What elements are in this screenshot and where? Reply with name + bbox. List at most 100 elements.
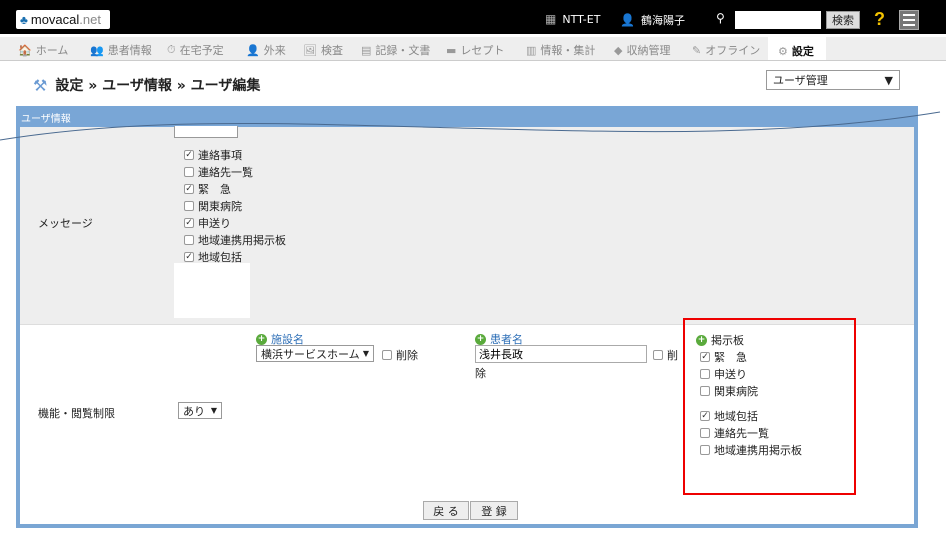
main-nav: 🏠 ホーム 👥 患者情報 ⏱ 在宅予定 👤 外来 🖼 検査 ▤ 記録・文書 ▬ レセプト ▥ 情…	[0, 37, 946, 61]
facility-indicator: ▦ NTT-ET	[545, 12, 600, 26]
user-name: 鶴海陽子	[640, 14, 685, 27]
restriction-value: あり	[183, 404, 205, 418]
search-input[interactable]	[735, 11, 821, 29]
option-label: 関東病院	[714, 384, 758, 398]
plus-icon: +	[475, 333, 486, 345]
nav-label: 患者情報	[107, 44, 152, 57]
nav-exam[interactable]: 🖼 検査	[303, 42, 343, 58]
home-icon: 🏠	[18, 43, 32, 57]
patient-name-input[interactable]	[475, 345, 647, 363]
blank-area	[174, 263, 250, 318]
caret-down-icon: ▼	[210, 406, 217, 415]
nav-label: 在宅予定	[179, 44, 224, 57]
checkbox[interactable]	[700, 368, 710, 379]
receipt-icon: ▬	[446, 43, 457, 57]
search-button[interactable]: 検索	[826, 11, 860, 29]
nav-label: 外来	[263, 44, 286, 57]
nav-label: レセプト	[460, 44, 505, 57]
nav-label: 情報・集計	[540, 44, 596, 57]
message-option[interactable]: 連絡先一覧	[174, 163, 253, 180]
nav-label: 記録・文書	[375, 44, 431, 57]
facility-select[interactable]: 横浜サービスホーム ▼	[256, 345, 374, 362]
checkbox[interactable]: ✓	[184, 251, 194, 262]
nav-receipt[interactable]: ▬ レセプト	[446, 42, 504, 58]
logo-net: .net	[79, 12, 101, 27]
hamburger-menu-icon[interactable]	[899, 10, 919, 30]
nav-settings[interactable]: ⚙ 設定	[768, 37, 826, 60]
board-option[interactable]: 連絡先一覧	[696, 424, 846, 441]
checkbox[interactable]: ✓	[700, 351, 710, 362]
nav-offline[interactable]: ✎ オフライン	[692, 42, 760, 58]
register-button[interactable]: 登 録	[470, 501, 518, 520]
message-option[interactable]: ✓ 申送り	[174, 214, 250, 231]
message-row	[20, 127, 914, 324]
top-bar: ♣ movacal .net ▦ NTT-ET 👤 鶴海陽子 ⚲ 検索 ?	[0, 0, 946, 34]
plus-icon: +	[696, 334, 707, 346]
person-icon: 👤	[246, 43, 260, 57]
nav-label: ホーム	[35, 44, 69, 57]
option-label: 地域連携用掲示板	[198, 233, 286, 247]
option-label: 申送り	[714, 367, 747, 381]
checkbox[interactable]	[184, 234, 194, 245]
checkbox[interactable]	[653, 350, 663, 360]
message-option[interactable]: ✓ 連絡事項	[174, 146, 250, 163]
message-option[interactable]: 地域連携用掲示板	[174, 231, 286, 248]
checkbox[interactable]: ✓	[184, 149, 194, 160]
checkbox[interactable]	[184, 200, 194, 211]
option-label: 関東病院	[198, 199, 242, 213]
option-label: 緊 急	[714, 350, 747, 364]
message-label: メッセージ	[38, 217, 93, 230]
message-option[interactable]: 関東病院	[174, 197, 250, 214]
facility-value: 横浜サービスホーム	[261, 347, 360, 361]
logo-mark: ♣	[20, 12, 28, 27]
board-option[interactable]: 地域連携用掲示板	[696, 441, 846, 458]
nav-outpatient[interactable]: 👤 外来	[246, 42, 286, 58]
back-button[interactable]: 戻 る	[423, 501, 469, 520]
nav-patient-info[interactable]: 👥 患者情報	[90, 42, 152, 58]
logo-main: movacal	[30, 12, 80, 27]
delete-label-wrap: 除	[475, 367, 486, 380]
settings-menu-select[interactable]: ユーザ管理 ▼	[766, 70, 900, 90]
option-label: 申送り	[198, 216, 231, 230]
board-option[interactable]: 関東病院	[696, 382, 846, 399]
document-icon: ▤	[361, 43, 372, 57]
add-board[interactable]: + 掲示板	[696, 332, 846, 348]
checkbox[interactable]: ✓	[184, 217, 194, 228]
option-label: 地域包括	[714, 409, 758, 423]
restriction-select[interactable]: あり ▼	[178, 402, 222, 419]
checkbox[interactable]: ✓	[700, 410, 710, 421]
board-permissions: + 掲示板 ✓ 緊 急 申送り 関東病院 ✓ 地域包括 連絡先一覧 地域連携用掲示板	[696, 332, 846, 458]
nav-billing[interactable]: ◆ 収納管理	[614, 42, 670, 58]
board-option[interactable]: ✓ 地域包括	[696, 407, 846, 424]
checkbox[interactable]: ✓	[184, 183, 194, 194]
settings-menu-value: ユーザ管理	[773, 74, 828, 87]
option-label: 連絡先一覧	[714, 426, 769, 440]
logo[interactable]: ♣ movacal .net	[16, 10, 110, 29]
message-option[interactable]: ✓ 緊 急	[174, 180, 250, 197]
delete-label: 削	[667, 349, 678, 362]
checkbox[interactable]	[382, 350, 392, 360]
nav-label: 設定	[791, 45, 814, 58]
facility-name: NTT-ET	[562, 12, 601, 26]
nav-records[interactable]: ▤ 記録・文書	[361, 42, 430, 58]
nav-home[interactable]: 🏠 ホーム	[18, 42, 68, 58]
board-option[interactable]: 申送り	[696, 365, 846, 382]
checkbox[interactable]	[700, 444, 710, 455]
breadcrumb: ⚒ 設定 » ユーザ情報 » ユーザ編集	[33, 75, 260, 95]
checkbox[interactable]	[700, 427, 710, 438]
clock-icon: ⏱	[167, 43, 176, 56]
facility-delete[interactable]: 削除	[382, 347, 418, 363]
patient-delete[interactable]: 削	[653, 347, 678, 363]
nav-home-schedule[interactable]: ⏱ 在宅予定	[167, 42, 224, 58]
nav-statistics[interactable]: ▥ 情報・集計	[526, 42, 595, 58]
chart-icon: ▥	[526, 43, 537, 57]
board-option[interactable]: ✓ 緊 急	[696, 348, 846, 365]
function-restriction-label: 機能・閲覧制限	[38, 407, 115, 420]
user-indicator[interactable]: 👤 鶴海陽子	[620, 12, 685, 28]
caret-down-icon: ▼	[884, 73, 893, 87]
checkbox[interactable]	[700, 385, 710, 396]
help-icon[interactable]: ?	[874, 9, 885, 30]
option-label: 連絡先一覧	[198, 165, 253, 179]
checkbox[interactable]	[184, 166, 194, 177]
option-label: 緊 急	[198, 182, 231, 196]
